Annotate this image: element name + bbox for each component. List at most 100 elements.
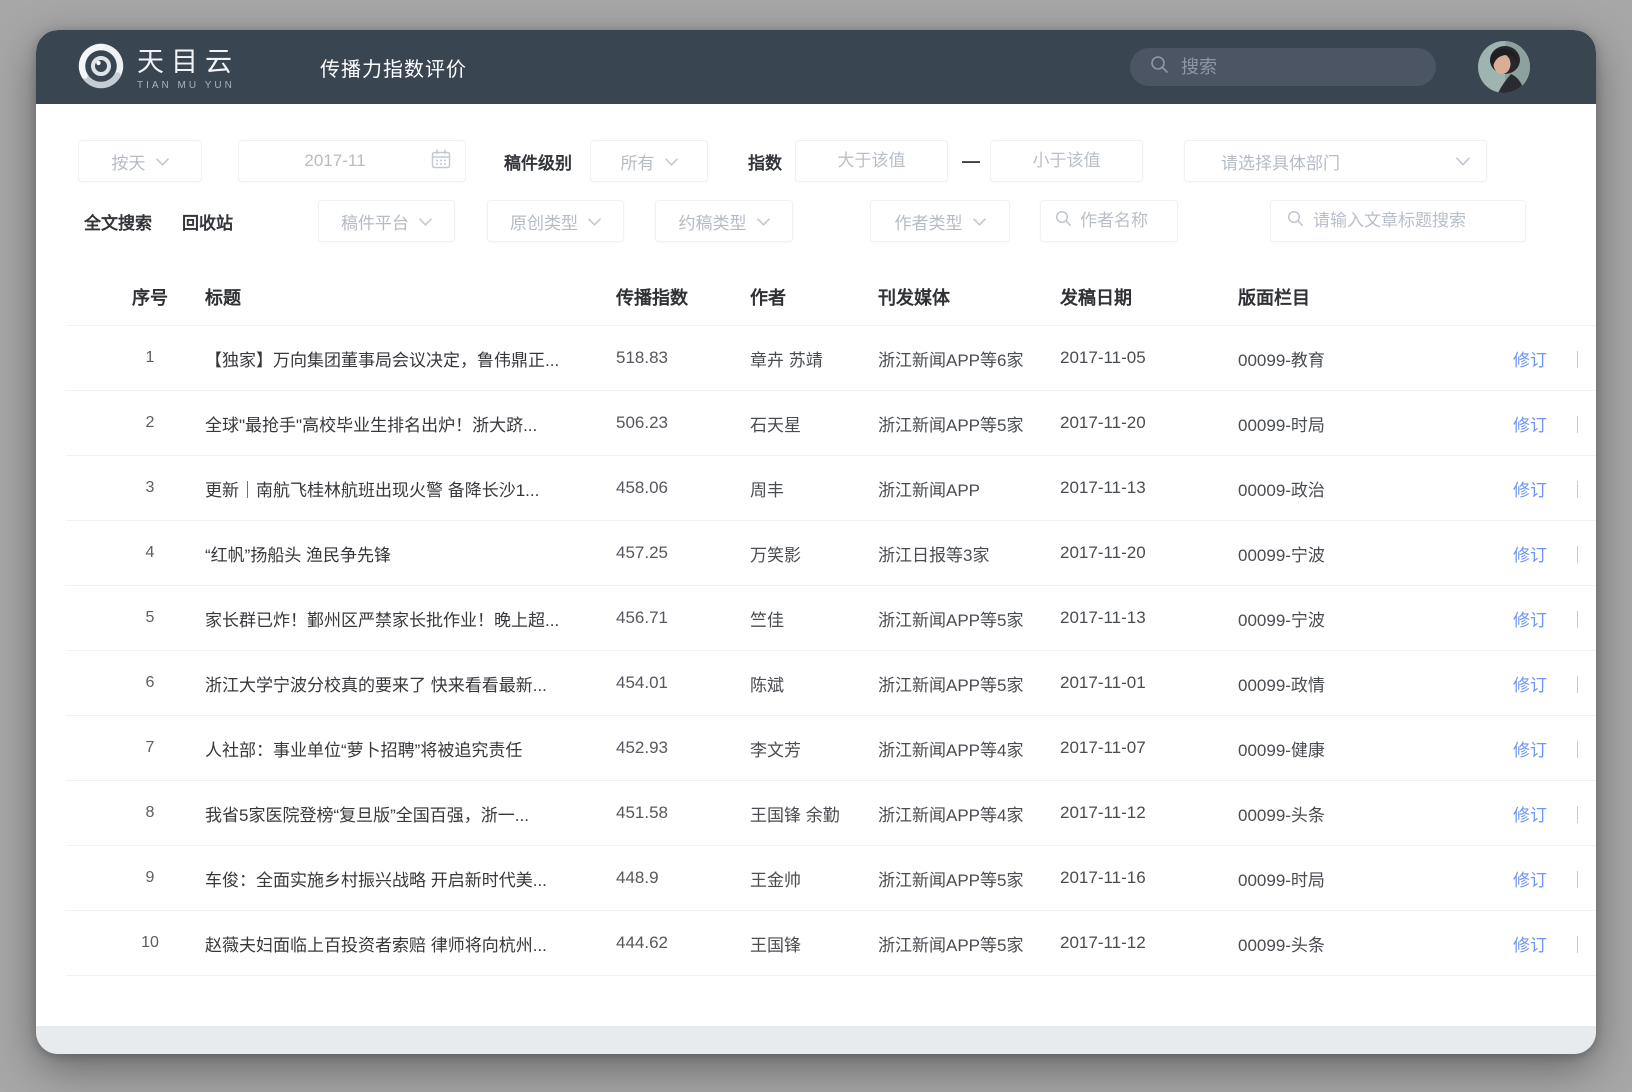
revise-link[interactable]: 修订 xyxy=(1513,606,1547,631)
row-number: 2 xyxy=(145,414,155,431)
index-min-field[interactable] xyxy=(795,140,948,182)
index-max-field[interactable] xyxy=(990,140,1143,182)
date-input[interactable] xyxy=(249,151,421,171)
row-number: 10 xyxy=(141,934,159,951)
article-title-link[interactable]: 我省5家医院登榜“复旦版”全国百强，浙一... xyxy=(178,801,616,826)
revise-link[interactable]: 修订 xyxy=(1513,541,1547,566)
publish-media: 浙江新闻APP等6家 xyxy=(878,350,1024,370)
section-column: 00099-政情 xyxy=(1238,675,1325,695)
chevron-down-icon xyxy=(972,211,986,231)
article-title-link[interactable]: 更新｜南航飞桂林航班出现火警 备降长沙1... xyxy=(178,476,616,501)
author-name: 李文芳 xyxy=(750,740,801,760)
global-search-box[interactable] xyxy=(1130,48,1436,86)
global-search-input[interactable] xyxy=(1181,56,1426,78)
revise-link[interactable]: 修订 xyxy=(1513,671,1547,696)
section-column: 00099-头条 xyxy=(1238,805,1325,825)
chevron-down-icon xyxy=(419,211,432,231)
row-number: 4 xyxy=(145,544,155,561)
table-row: 5 家长群已炸！鄞州区严禁家长批作业！晚上超... 456.71 竺佳 浙江新闻… xyxy=(66,586,1596,651)
author-type-select[interactable]: 作者类型 xyxy=(870,200,1010,242)
row-number: 1 xyxy=(145,349,155,366)
department-select[interactable]: 请选择具体部门 xyxy=(1184,140,1487,182)
article-title-link[interactable]: 赵薇夫妇面临上百投资者索赔 律师将向杭州... xyxy=(178,931,616,956)
section-column: 00009-政治 xyxy=(1238,480,1325,500)
publish-date: 2017-11-05 xyxy=(1060,348,1146,367)
publish-date: 2017-11-12 xyxy=(1060,803,1146,822)
search-icon xyxy=(1055,210,1072,232)
revise-link[interactable]: 修订 xyxy=(1513,346,1547,371)
article-title-search-input[interactable] xyxy=(1313,211,1515,231)
author-name-input[interactable] xyxy=(1080,211,1167,231)
row-number: 5 xyxy=(145,609,155,626)
revise-link[interactable]: 修订 xyxy=(1513,866,1547,891)
col-header-author: 作者 xyxy=(750,287,786,308)
app-window: 天目云 TIAN MU YUN 传播力指数评价 搜索 按天 2017-11 稿件… xyxy=(36,30,1596,1054)
row-number: 9 xyxy=(145,869,155,886)
index-label: 指数 xyxy=(748,153,782,173)
article-title-link[interactable]: “红帆”扬船头 渔民争先锋 xyxy=(178,541,616,566)
spread-index-value: 518.83 xyxy=(616,348,668,367)
table-row: 10 赵薇夫妇面临上百投资者索赔 律师将向杭州... 444.62 王国锋 浙江… xyxy=(66,911,1596,976)
article-title-search-field[interactable] xyxy=(1270,200,1526,242)
col-header-index: 传播指数 xyxy=(616,287,688,308)
action-divider: ｜ xyxy=(1569,415,1586,435)
section-column: 00099-教育 xyxy=(1238,350,1325,370)
author-name-field[interactable] xyxy=(1040,200,1178,242)
action-divider: ｜ xyxy=(1569,805,1586,825)
article-title-link[interactable]: 浙江大学宁波分校真的要来了 快来看看最新... xyxy=(178,671,616,696)
action-divider: ｜ xyxy=(1569,675,1586,695)
article-level-label: 稿件级别 xyxy=(504,153,572,173)
action-divider: ｜ xyxy=(1569,935,1586,955)
revise-link[interactable]: 修订 xyxy=(1513,476,1547,501)
author-name: 周丰 xyxy=(750,480,784,500)
row-number: 8 xyxy=(145,804,155,821)
date-picker[interactable] xyxy=(238,140,466,182)
table-body: 1 【独家】万向集团董事局会议决定，鲁伟鼎正... 518.83 章卉 苏靖 浙… xyxy=(36,326,1596,976)
table-row: 6 浙江大学宁波分校真的要来了 快来看看最新... 454.01 陈斌 浙江新闻… xyxy=(66,651,1596,716)
publish-media: 浙江新闻APP等5家 xyxy=(878,610,1024,630)
index-min-input[interactable] xyxy=(804,151,939,171)
revise-link[interactable]: 修订 xyxy=(1513,931,1547,956)
col-header-title: 标题 xyxy=(205,287,241,308)
chevron-down-icon xyxy=(155,151,169,171)
article-title-link[interactable]: 【独家】万向集团董事局会议决定，鲁伟鼎正... xyxy=(178,346,616,371)
col-header-date: 发稿日期 xyxy=(1060,287,1132,308)
section-column: 00099-健康 xyxy=(1238,740,1325,760)
logo-title: 天目云 xyxy=(137,46,239,77)
chevron-down-icon xyxy=(1456,151,1470,171)
article-level-value: 所有 xyxy=(620,153,655,173)
spread-index-value: 506.23 xyxy=(616,413,668,432)
article-title-link[interactable]: 全球"最抢手"高校毕业生排名出炉！浙大跻... xyxy=(178,411,616,436)
commission-type-select[interactable]: 约稿类型 xyxy=(655,200,793,242)
spread-index-value: 454.01 xyxy=(616,673,668,692)
period-select[interactable]: 按天 xyxy=(78,140,202,182)
articles-table: 序号 标题 传播指数 作者 刊发媒体 发稿日期 版面栏目 1 【独家】万向集团董… xyxy=(36,268,1596,976)
author-name: 章卉 苏靖 xyxy=(750,350,823,370)
revise-link[interactable]: 修订 xyxy=(1513,736,1547,761)
user-avatar[interactable] xyxy=(1478,41,1530,93)
app-logo[interactable]: 天目云 TIAN MU YUN xyxy=(78,43,239,94)
publish-media: 浙江新闻APP等4家 xyxy=(878,740,1024,760)
fulltext-search-link[interactable]: 全文搜索 xyxy=(84,200,152,242)
revise-link[interactable]: 修订 xyxy=(1513,411,1547,436)
action-divider: ｜ xyxy=(1569,740,1586,760)
table-row: 4 “红帆”扬船头 渔民争先锋 457.25 万笑影 浙江日报等3家 2017-… xyxy=(66,521,1596,586)
original-type-select[interactable]: 原创类型 xyxy=(487,200,624,242)
revise-link[interactable]: 修订 xyxy=(1513,801,1547,826)
range-dash: — xyxy=(962,150,980,171)
article-level-select[interactable]: 所有 xyxy=(590,140,708,182)
article-title-link[interactable]: 家长群已炸！鄞州区严禁家长批作业！晚上超... xyxy=(178,606,616,631)
author-type-value: 作者类型 xyxy=(894,213,963,233)
publish-media: 浙江日报等3家 xyxy=(878,545,990,565)
recycle-bin-link[interactable]: 回收站 xyxy=(182,200,233,242)
article-title-link[interactable]: 人社部：事业单位“萝卜招聘”将被追究责任 xyxy=(178,736,616,761)
article-title-link[interactable]: 车俊：全面实施乡村振兴战略 开启新时代美... xyxy=(178,866,616,891)
publish-date: 2017-11-01 xyxy=(1060,673,1146,692)
spread-index-value: 452.93 xyxy=(616,738,668,757)
original-type-value: 原创类型 xyxy=(510,213,578,233)
spread-index-value: 448.9 xyxy=(616,868,659,887)
action-divider: ｜ xyxy=(1569,350,1586,370)
index-max-input[interactable] xyxy=(999,151,1134,171)
spread-index-value: 451.58 xyxy=(616,803,668,822)
platform-select[interactable]: 稿件平台 xyxy=(318,200,455,242)
